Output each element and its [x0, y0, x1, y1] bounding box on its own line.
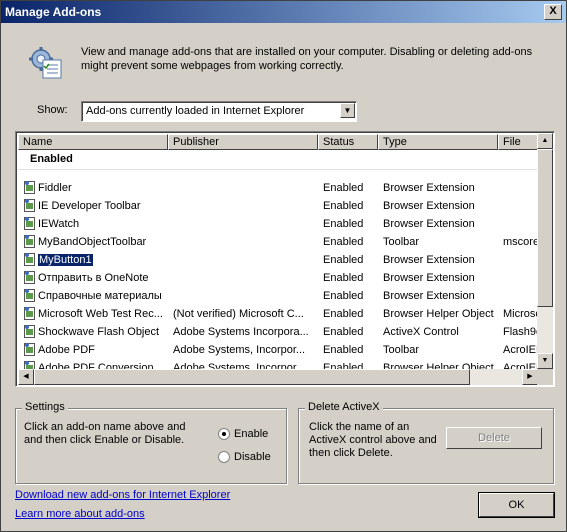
cell-name: Adobe PDF [38, 344, 95, 356]
manage-addons-dialog: Manage Add-ons X View and manage add-ons… [0, 0, 567, 532]
addon-icon [24, 198, 36, 212]
show-dropdown[interactable]: Add-ons currently loaded in Internet Exp… [81, 101, 357, 122]
delete-activex-groupbox: Delete ActiveX Click the name of an Acti… [298, 401, 554, 484]
cell-type: Toolbar [383, 344, 420, 356]
cell-publisher: Adobe Systems, Incorpor... [173, 344, 306, 356]
addon-icon [24, 216, 36, 230]
addons-gear-icon [27, 46, 67, 82]
table-row[interactable]: Справочные материалы Enabled Browser Exten… [18, 287, 538, 305]
scroll-corner [537, 369, 553, 385]
horizontal-scrollbar[interactable]: ◀ ▶ [18, 369, 538, 385]
show-label: Show: [37, 104, 68, 116]
enable-label[interactable]: Enable [234, 428, 268, 440]
enable-radio[interactable] [218, 428, 230, 440]
table-row[interactable]: IE Developer Toolbar Enabled Browser Exten… [18, 197, 538, 215]
settings-groupbox: Settings Click an add-on name above and … [15, 401, 287, 484]
disable-label[interactable]: Disable [234, 451, 271, 463]
cell-status: Enabled [323, 182, 364, 194]
scroll-right-icon[interactable]: ▶ [522, 369, 538, 385]
cell-status: Enabled [323, 236, 364, 248]
settings-title: Settings [22, 401, 68, 413]
cell-name: Microsoft Web Test Rec... [38, 308, 163, 320]
cell-publisher: (Not verified) Microsoft C... [173, 308, 304, 320]
cell-status: Enabled [323, 200, 364, 212]
addon-icon [24, 306, 36, 320]
cell-name: IE Developer Toolbar [38, 200, 141, 212]
show-label-text: Show: [37, 104, 68, 116]
cell-status: Enabled [323, 218, 364, 230]
cell-type: Browser Extension [383, 200, 475, 212]
learn-more-link[interactable]: Learn more about add-ons [15, 508, 145, 520]
title-bar[interactable]: Manage Add-ons X [1, 1, 566, 23]
table-row[interactable]: IEWatch Enabled Browser Extension [18, 215, 538, 233]
column-header-name[interactable]: Name [18, 134, 168, 150]
ok-button[interactable]: OK [478, 492, 555, 518]
table-row[interactable]: Microsoft Web Test Rec... (Not verified) … [18, 305, 541, 323]
scroll-left-icon[interactable]: ◀ [18, 369, 34, 385]
cell-status: Enabled [323, 344, 364, 356]
addon-icon [24, 234, 36, 248]
dropdown-arrow-icon[interactable]: ▼ [340, 103, 355, 118]
cell-type: Browser Helper Object [383, 308, 494, 320]
table-row[interactable]: Shockwave Flash Object Adobe Systems Inco… [18, 323, 542, 341]
cell-type: ActiveX Control [383, 326, 459, 338]
addon-icon [24, 324, 36, 338]
horizontal-scroll-thumb[interactable] [34, 369, 470, 385]
addon-icon [24, 270, 36, 284]
cell-type: Browser Extension [383, 182, 475, 194]
vertical-scrollbar[interactable]: ▲ ▼ [537, 133, 553, 369]
column-header-status[interactable]: Status [318, 134, 378, 150]
list-header: Name Publisher Status Type File [18, 134, 538, 150]
cell-name: MyButton1 [37, 253, 94, 267]
addons-list[interactable]: Name Publisher Status Type File Enabled … [15, 131, 555, 387]
cell-name: Fiddler [38, 182, 72, 194]
addon-icon [24, 342, 36, 356]
table-row[interactable]: MyBandObjectToolbar Enabled Toolbar mscore [18, 233, 539, 251]
cell-status: Enabled [323, 272, 364, 284]
settings-text: Click an add-on name above and and then … [24, 421, 186, 446]
cell-type: Browser Extension [383, 218, 475, 230]
cell-type: Browser Extension [383, 254, 475, 266]
cell-status: Enabled [323, 254, 364, 266]
cell-publisher: Adobe Systems Incorpora... [173, 326, 309, 338]
cell-status: Enabled [323, 290, 364, 302]
delete-button[interactable]: Delete [446, 427, 542, 449]
download-addons-link[interactable]: Download new add-ons for Internet Explor… [15, 489, 230, 501]
scroll-down-icon[interactable]: ▼ [537, 353, 553, 369]
addon-icon [24, 252, 36, 266]
scroll-up-icon[interactable]: ▲ [537, 133, 553, 149]
delete-activex-title: Delete ActiveX [305, 401, 383, 413]
table-row[interactable]: Отправить в OneNote Enabled Browser Extens… [18, 269, 538, 287]
cell-status: Enabled [323, 308, 364, 320]
group-divider [18, 169, 538, 170]
cell-name: Shockwave Flash Object [38, 326, 160, 338]
table-row[interactable]: MyButton1 Enabled Browser Extension [18, 251, 538, 269]
table-row[interactable]: Adobe PDF Adobe Systems, Incorpor... Enabl… [18, 341, 543, 359]
intro-text: View and manage add-ons that are install… [81, 46, 533, 72]
cell-type: Browser Extension [383, 272, 475, 284]
column-header-publisher[interactable]: Publisher [168, 134, 318, 150]
cell-name: MyBandObjectToolbar [38, 236, 147, 248]
addon-icon [24, 180, 36, 194]
column-header-file[interactable]: File [498, 134, 538, 150]
group-header-enabled: Enabled [30, 153, 73, 165]
cell-name: Отправить в OneNote [38, 272, 149, 284]
disable-radio[interactable] [218, 451, 230, 463]
cell-type: Browser Extension [383, 290, 475, 302]
addon-icon [24, 288, 36, 302]
cell-status: Enabled [323, 326, 364, 338]
close-button[interactable]: X [544, 4, 562, 20]
show-dropdown-value: Add-ons currently loaded in Internet Exp… [86, 105, 305, 117]
cell-type: Toolbar [383, 236, 420, 248]
cell-name: Справочные материалы [38, 290, 162, 302]
window-title: Manage Add-ons [5, 5, 102, 19]
delete-activex-text: Click the name of an ActiveX control abo… [309, 421, 437, 459]
column-header-type[interactable]: Type [378, 134, 498, 150]
vertical-scroll-thumb[interactable] [537, 149, 553, 307]
cell-name: IEWatch [38, 218, 80, 230]
table-row[interactable]: Fiddler Enabled Browser Extension [18, 179, 538, 197]
